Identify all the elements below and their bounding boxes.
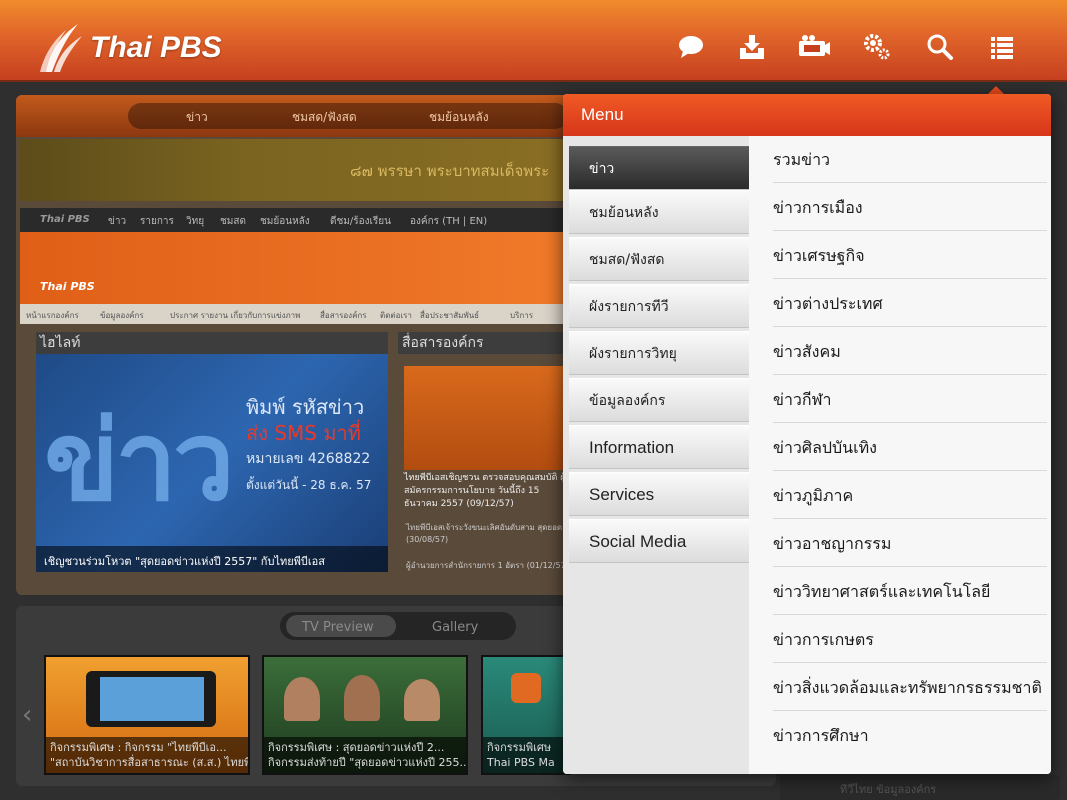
live-video-icon[interactable] (797, 32, 831, 62)
menu-category-social-media[interactable]: Social Media (569, 519, 749, 563)
thumbnail[interactable]: กิจกรรมพิเศษ Thai PBS Ma (481, 655, 571, 775)
menu-subitem[interactable]: ข่าวอาชญากรรม (773, 520, 1047, 567)
site-nav-item[interactable]: ข่าว (108, 214, 126, 229)
highlight-heading: ไฮไลท์ (36, 332, 388, 354)
thumbnail[interactable]: กิจกรรมพิเศษ : กิจกรรม "ไทยพีบีเอ... "สถ… (44, 655, 250, 775)
highlight-big-text: ข่าว (44, 397, 235, 525)
search-icon[interactable] (925, 32, 955, 62)
site-nav-item[interactable]: ชมสด (220, 214, 246, 229)
subnav-item[interactable]: ประกาศ รายงาน เกี่ยวกับการแข่งภาพ (170, 309, 300, 322)
menu-popover: Menu ข่าว ชมย้อนหลัง ชมสด/ฟังสด ผังรายกา… (563, 94, 1051, 774)
org-heading: สื่อสารองค์กร (398, 332, 576, 354)
menu-header: Menu (563, 94, 1051, 136)
menu-category-tv-schedule[interactable]: ผังรายการทีวี (569, 284, 749, 328)
site-subnav: หน้าแรกองค์กร ข้อมูลองค์กร ประกาศ รายงาน… (20, 304, 576, 324)
list-menu-icon[interactable] (987, 32, 1017, 62)
menu-category-live[interactable]: ชมสด/ฟังสด (569, 237, 749, 281)
thumbnail-caption: กิจกรรมพิเศษ : กิจกรรม "ไทยพีบีเอ... "สถ… (46, 737, 248, 773)
tab-gallery[interactable]: Gallery (432, 620, 478, 635)
menu-subitem[interactable]: ข่าวการศึกษา (773, 712, 1047, 759)
menu-subitem[interactable]: ข่าวเศรษฐกิจ (773, 232, 1047, 279)
thumbnail-caption: กิจกรรมพิเศษ : สุดยอดข่าวแห่งปี 2... กิจ… (264, 737, 466, 773)
site-mini-logo: Thai PBS (40, 280, 95, 293)
highlight-image[interactable]: ข่าว พิมพ์ รหัสข่าว ส่ง SMS มาที่ หมายเล… (36, 354, 388, 572)
logo-text: Thai PBS (90, 31, 222, 64)
site-tab-replay[interactable]: ชมย้อนหลัง (429, 108, 489, 127)
subnav-item[interactable]: บริการ (510, 309, 533, 322)
site-nav: Thai PBS ข่าว รายการ วิทยุ ชมสด ชมย้อนหล… (20, 208, 576, 232)
menu-category-news[interactable]: ข่าว (569, 146, 749, 190)
menu-subitem[interactable]: ข่าววิทยาศาสตร์และเทคโนโลยี (773, 568, 1047, 615)
highlight-side-text: พิมพ์ รหัสข่าว ส่ง SMS มาที่ หมายเลข 426… (246, 395, 372, 492)
menu-category-replay[interactable]: ชมย้อนหลัง (569, 190, 749, 234)
menu-title: Menu (581, 105, 624, 124)
download-icon[interactable] (737, 32, 767, 62)
menu-subitem[interactable]: ข่าวศิลปบันเทิง (773, 424, 1047, 471)
org-bullet[interactable]: ไทยพีบีเอสเจ้าระวังขนะเลิศอันดับสาม สุดย… (406, 522, 574, 546)
site-nav-item[interactable]: ชมย้อนหลัง (260, 214, 310, 229)
royal-banner: ๘๗ พรรษา พระบาทสมเด็จพระ (20, 139, 576, 201)
site-nav-item[interactable]: รายการ (140, 214, 174, 229)
site-nav-logo: Thai PBS (40, 214, 90, 225)
menu-subitem[interactable]: ข่าวต่างประเทศ (773, 280, 1047, 327)
feather-logo-icon (40, 24, 82, 72)
menu-subitem[interactable]: ข่าวการเมือง (773, 184, 1047, 231)
site-tab-news[interactable]: ข่าว (186, 108, 208, 127)
thai-pbs-logo[interactable]: Thai PBS (38, 22, 222, 74)
highlight-caption: เชิญชวนร่วมโหวต "สุดยอดข่าวแห่งปี 2557" … (36, 546, 388, 572)
banner-text: ๘๗ พรรษา พระบาทสมเด็จพระ (350, 162, 550, 180)
site-nav-item[interactable]: ดีชม/ร้องเรียน (330, 214, 391, 229)
tab-tv-preview[interactable]: TV Preview (302, 620, 374, 635)
subnav-item[interactable]: ข้อมูลองค์กร (100, 309, 144, 322)
thumbnail-caption: กิจกรรมพิเศษ Thai PBS Ma (483, 737, 569, 773)
site-header-block: Thai PBS (20, 232, 576, 304)
chat-bubble-icon[interactable] (677, 32, 707, 62)
menu-subitem[interactable]: ข่าวสิ่งแวดล้อมและทรัพยากรธรรมชาติ (773, 664, 1047, 711)
chevron-left-icon[interactable]: ‹ (22, 700, 32, 730)
menu-subitem-list: รวมข่าว ข่าวการเมือง ข่าวเศรษฐกิจ ข่าวต่… (749, 136, 1051, 774)
menu-category-about[interactable]: ข้อมูลองค์กร (569, 378, 749, 422)
site-nav-item[interactable]: องค์กร (TH | EN) (410, 214, 487, 229)
site-tab-live[interactable]: ชมสด/ฟังสด (292, 108, 357, 127)
menu-subitem[interactable]: ข่าวสังคม (773, 328, 1047, 375)
menu-category-list: ข่าว ชมย้อนหลัง ชมสด/ฟังสด ผังรายการทีวี… (563, 136, 761, 774)
menu-subitem[interactable]: รวมข่าว (773, 136, 1047, 183)
menu-category-information[interactable]: Information (569, 425, 749, 469)
menu-category-services[interactable]: Services (569, 472, 749, 516)
menu-subitem[interactable]: ข่าวกีฬา (773, 376, 1047, 423)
subnav-item[interactable]: สื่อสารองค์กร (320, 309, 367, 322)
org-bullet[interactable]: ผู้อำนวยการสำนักรายการ 1 อัตรา (01/12/57… (406, 560, 574, 572)
subnav-item[interactable]: ติดต่อเรา (380, 309, 412, 322)
subnav-item[interactable]: หน้าแรกองค์กร (26, 309, 79, 322)
menu-subitem[interactable]: ข่าวภูมิภาค (773, 472, 1047, 519)
thumbnail[interactable]: กิจกรรมพิเศษ : สุดยอดข่าวแห่งปี 2... กิจ… (262, 655, 468, 775)
bottom-strip: ทีวีไทย ข้อมูลองค์กร (780, 775, 1060, 800)
org-image[interactable] (404, 366, 576, 470)
subnav-item[interactable]: สื่อประชาสัมพันธ์ (420, 309, 479, 322)
menu-subitem[interactable]: ข่าวการเกษตร (773, 616, 1047, 663)
org-news-text[interactable]: ไทยพีบีเอสเชิญชวน ตรวจสอบคุณสมบัติ ผู้สม… (404, 472, 574, 511)
site-nav-item[interactable]: วิทยุ (186, 214, 204, 229)
settings-icon[interactable] (862, 32, 892, 62)
menu-category-radio-schedule[interactable]: ผังรายการวิทยุ (569, 331, 749, 375)
site-tab-bar: ข่าว ชมสด/ฟังสด ชมย้อนหลัง (16, 95, 576, 137)
top-bar: Thai PBS (0, 0, 1067, 82)
